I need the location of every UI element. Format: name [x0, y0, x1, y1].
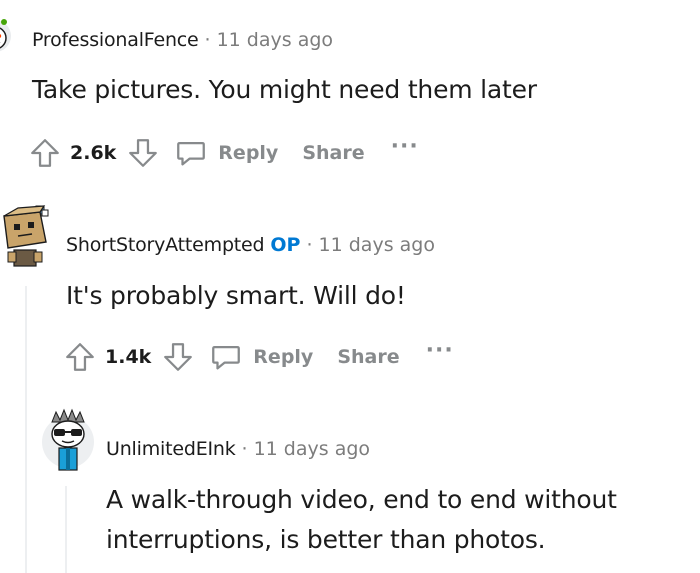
username-link[interactable]: ProfessionalFence: [32, 29, 199, 51]
more-dots-icon[interactable]: ···: [391, 136, 419, 158]
share-button[interactable]: Share: [302, 142, 364, 164]
reply-button[interactable]: Reply: [209, 340, 313, 374]
thread-line-level-1[interactable]: [25, 286, 27, 573]
comment-actions: 1.4k Reply Share ···: [63, 337, 454, 377]
comment-body: A walk-through video, end to end without…: [106, 480, 617, 560]
op-badge: OP: [270, 234, 301, 256]
comment-bubble-icon: [177, 141, 206, 166]
username-link[interactable]: ShortStoryAttempted: [66, 234, 265, 256]
comment-meta: UnlimitedEInk · 11 days ago: [106, 437, 370, 461]
downvote-icon[interactable]: [161, 340, 195, 374]
reply-button[interactable]: Reply: [174, 136, 278, 170]
snoo-avatar-icon[interactable]: [0, 14, 12, 64]
comment-actions: 2.6k Reply Share ···: [28, 133, 419, 173]
upvote-icon[interactable]: [28, 136, 62, 170]
meta-separator: ·: [241, 438, 248, 460]
meta-separator: ·: [306, 234, 313, 256]
comment-body-line: A walk-through video, end to end without: [106, 485, 617, 514]
comment-bubble-icon: [212, 345, 241, 370]
meta-separator: ·: [204, 29, 211, 51]
comment-thread: ProfessionalFence · 11 days ago Take pictu…: [0, 0, 700, 573]
comment-body: It's probably smart. Will do!: [66, 276, 406, 316]
share-button[interactable]: Share: [337, 346, 399, 368]
timestamp-link[interactable]: 11 days ago: [254, 438, 370, 460]
vote-score: 2.6k: [70, 142, 117, 164]
timestamp-link[interactable]: 11 days ago: [217, 29, 333, 51]
comment-body-line: Take pictures. You might need them later: [32, 75, 537, 104]
reply-label: Reply: [218, 142, 279, 164]
comment-body-line: interruptions, is better than photos.: [106, 525, 546, 554]
comment-body-line: It's probably smart. Will do!: [66, 281, 406, 310]
comment-meta: ProfessionalFence · 11 days ago: [32, 28, 333, 52]
downvote-icon[interactable]: [126, 136, 160, 170]
comment-body: Take pictures. You might need them later: [32, 70, 537, 110]
sunglasses-snoo-avatar-icon[interactable]: [40, 404, 96, 474]
more-dots-icon[interactable]: ···: [426, 340, 454, 362]
timestamp-link[interactable]: 11 days ago: [319, 234, 435, 256]
vote-score: 1.4k: [105, 346, 152, 368]
box-robot-avatar-icon[interactable]: [0, 204, 52, 272]
reply-label: Reply: [253, 346, 314, 368]
upvote-icon[interactable]: [63, 340, 97, 374]
username-link[interactable]: UnlimitedEInk: [106, 438, 236, 460]
thread-line-level-2[interactable]: [65, 486, 67, 573]
comment-meta: ShortStoryAttempted OP · 11 days ago: [66, 233, 435, 257]
